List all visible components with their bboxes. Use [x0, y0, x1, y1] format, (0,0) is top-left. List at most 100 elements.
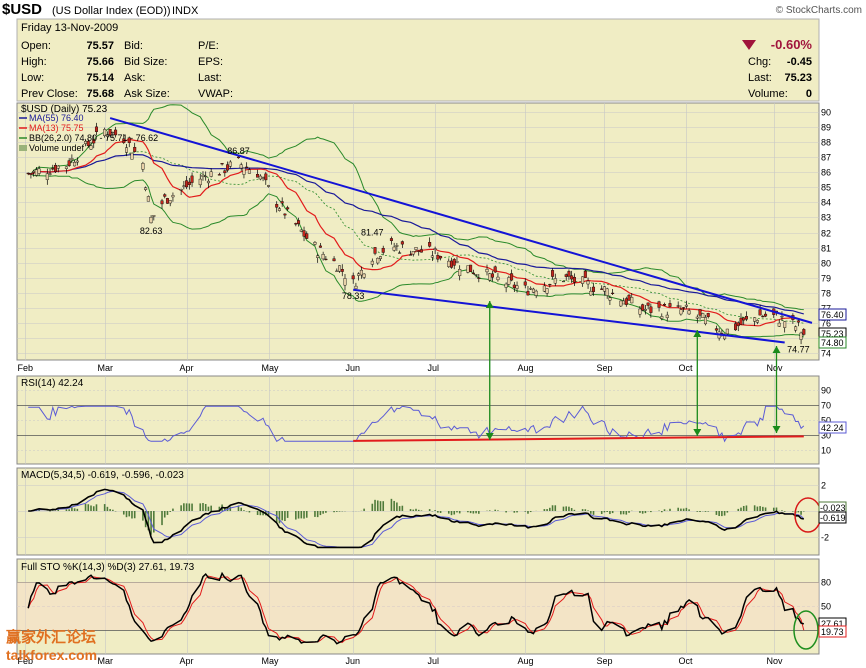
price-tick-label: 87	[821, 153, 831, 163]
low-value: 75.14	[86, 72, 114, 84]
candle-body	[316, 255, 320, 258]
price-tick-label: 81	[821, 244, 831, 254]
candle-body	[302, 230, 306, 237]
price-tick-label: 89	[821, 123, 831, 133]
candle-body	[160, 200, 164, 205]
month-label-top: Nov	[767, 363, 784, 373]
brand-link[interactable]: © StockCharts.com	[776, 5, 862, 16]
candle-body	[190, 175, 194, 183]
candle-body	[258, 175, 262, 180]
candle-body	[264, 173, 268, 181]
price-tick-label: 86	[821, 168, 831, 178]
candle-body	[75, 160, 79, 163]
candle-body	[48, 173, 52, 175]
candle-body	[370, 260, 374, 265]
month-label-bottom: Oct	[679, 656, 694, 666]
candle-body	[701, 313, 705, 318]
header-panel: $USD (US Dollar Index (EOD)) INDX © Stoc…	[2, 1, 862, 102]
candle-body	[318, 245, 322, 248]
month-label-top: May	[262, 363, 280, 373]
candle-body	[34, 169, 38, 176]
candle-body	[165, 198, 169, 204]
candle-body	[477, 277, 481, 279]
candle-body	[187, 181, 191, 185]
watermark-site: talkforex.com	[6, 647, 97, 663]
candle-body	[313, 242, 317, 245]
price-tick-label: 85	[821, 183, 831, 193]
price-tick-label: 83	[821, 213, 831, 223]
candle-body	[398, 252, 402, 254]
candle-body	[646, 302, 650, 306]
month-label-bottom: May	[262, 656, 280, 666]
month-label-bottom: Nov	[767, 656, 784, 666]
candle-body	[624, 298, 628, 305]
month-label-bottom: Jul	[428, 656, 440, 666]
candle-body	[220, 163, 224, 165]
candle-body	[217, 174, 221, 176]
candle-body	[529, 288, 533, 290]
candle-body	[37, 168, 41, 174]
candle-body	[70, 158, 74, 160]
month-label-top: Aug	[518, 363, 534, 373]
rsi-tick-label: 70	[821, 401, 831, 411]
candle-body	[469, 264, 473, 272]
candle-body	[783, 321, 787, 328]
candle-body	[332, 258, 336, 262]
candle-body	[736, 322, 740, 327]
last2-label: Last:	[748, 72, 772, 84]
candle-body	[29, 173, 33, 175]
candle-body	[392, 246, 396, 251]
candle-body	[742, 317, 746, 321]
candle-body	[359, 269, 363, 276]
candle-body	[152, 215, 156, 217]
candle-body	[605, 288, 609, 296]
ask-size-label: Ask Size:	[124, 88, 170, 100]
month-label-bottom: Apr	[180, 656, 194, 666]
candle-body	[433, 248, 437, 250]
candle-body	[619, 300, 623, 307]
candle-body	[149, 217, 153, 224]
pe-label: P/E:	[198, 40, 219, 52]
candle-body	[324, 258, 328, 261]
candle-body	[125, 147, 129, 153]
candle-body	[305, 233, 309, 239]
candle-body	[428, 242, 432, 247]
candle-body	[94, 126, 98, 132]
tag-ma55-text: 76.40	[821, 310, 844, 320]
candle-body	[64, 166, 68, 169]
month-label-top: Mar	[98, 363, 114, 373]
macd-tick-label: -2	[821, 533, 829, 543]
candle-body	[551, 270, 555, 277]
bid-size-label: Bid Size:	[124, 56, 167, 68]
candle-body	[512, 284, 516, 288]
candle-body	[411, 251, 415, 255]
eps-label: EPS:	[198, 56, 223, 68]
price-annotation: 78.33	[342, 291, 365, 301]
candle-body	[357, 273, 361, 276]
percent-change: -0.60%	[771, 37, 813, 52]
symbol: $USD	[2, 1, 42, 18]
prev-close-label: Prev Close:	[21, 88, 78, 100]
candle-body	[256, 174, 260, 178]
candle-body	[206, 180, 210, 184]
candle-body	[608, 297, 612, 301]
tag-sto-d-text: 19.73	[821, 627, 844, 637]
month-label-bottom: Aug	[518, 656, 534, 666]
candle-body	[485, 269, 489, 273]
candle-body	[419, 249, 423, 253]
legend-rsi: RSI(14) 42.24	[21, 378, 84, 389]
candle-body	[665, 314, 669, 318]
price-tick-label: 90	[821, 108, 831, 118]
candle-body	[267, 185, 271, 187]
candle-body	[378, 256, 382, 260]
candle-body	[657, 301, 661, 308]
high-value: 75.66	[86, 56, 114, 68]
candle-body	[26, 172, 30, 175]
candle-body	[794, 326, 798, 331]
candle-body	[602, 286, 606, 292]
candle-body	[744, 316, 748, 320]
candle-body	[452, 259, 456, 266]
candle-body	[592, 286, 596, 292]
prev-close-value: 75.68	[86, 88, 114, 100]
chg-value: -0.45	[787, 56, 812, 68]
